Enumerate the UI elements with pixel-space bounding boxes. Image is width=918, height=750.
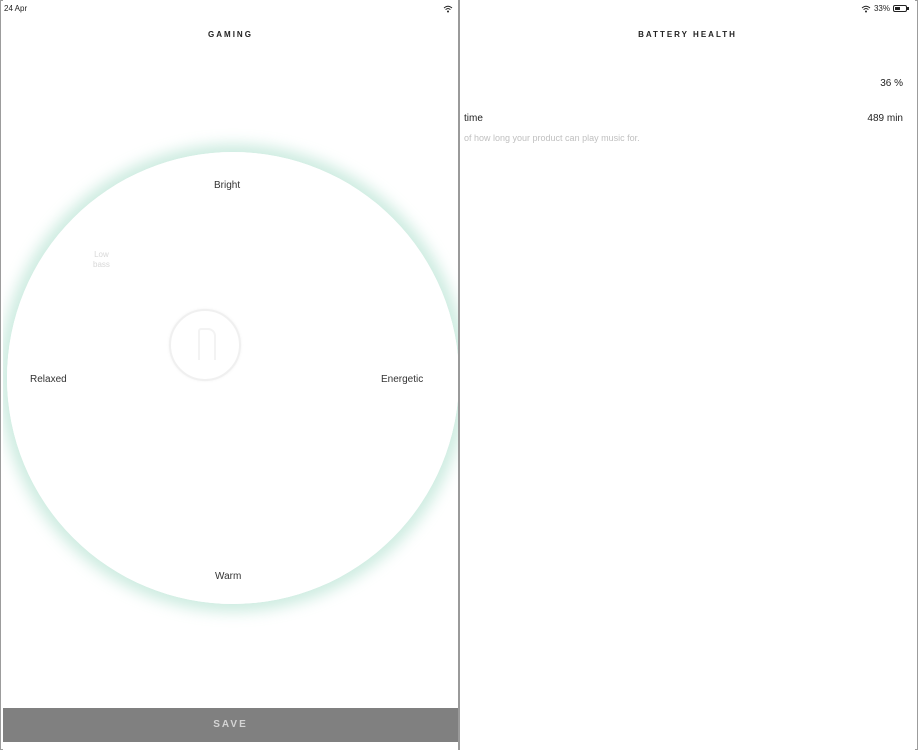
status-bar-right: 33%	[861, 4, 909, 13]
mood-knob-icon	[198, 328, 216, 360]
play-time-label: time	[464, 113, 483, 124]
wifi-icon	[861, 5, 871, 13]
mood-knob[interactable]	[169, 309, 241, 381]
gaming-panel: 24 Apr GAMING Bright Relaxed Energetic W…	[3, 0, 458, 750]
wheel-label-low-bass-line2: bass	[93, 260, 110, 269]
wheel-label-warm: Warm	[215, 571, 242, 582]
wheel-label-bright: Bright	[214, 180, 241, 191]
wheel-label-low-bass-line1: Low	[94, 250, 109, 259]
wifi-icon	[443, 5, 453, 13]
battery-health-value: 36 %	[880, 78, 903, 89]
status-date: 24 Apr	[4, 4, 28, 13]
wheel-label-relaxed: Relaxed	[30, 374, 67, 385]
wheel-label-low-bass: Low bass	[93, 250, 110, 270]
page-title: BATTERY HEALTH	[638, 30, 737, 39]
battery-health-panel: 33% BATTERY HEALTH 36 % time 489 min of …	[460, 0, 915, 750]
battery-percentage: 33%	[873, 4, 890, 13]
play-time-value: 489 min	[867, 113, 903, 124]
battery-icon	[893, 5, 909, 12]
page-title: GAMING	[208, 30, 253, 39]
play-time-description: of how long your product can play music …	[464, 133, 640, 143]
wheel-label-energetic: Energetic	[381, 374, 424, 385]
save-button[interactable]: SAVE	[3, 708, 458, 742]
